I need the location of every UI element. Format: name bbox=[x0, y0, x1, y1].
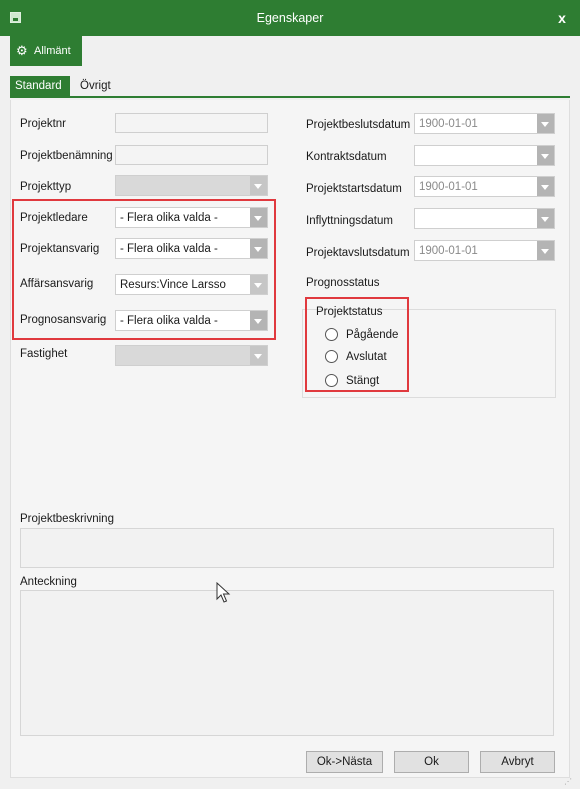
projektnr-input[interactable] bbox=[115, 113, 268, 133]
kontraktsdatum-label: Kontraktsdatum bbox=[306, 151, 387, 163]
projektbeslutsdatum-label: Projektbeslutsdatum bbox=[306, 119, 411, 131]
projektbeskrivning-textarea[interactable] bbox=[20, 528, 554, 568]
projektbenamning-label: Projektbenämning bbox=[20, 150, 113, 162]
chevron-down-icon bbox=[537, 209, 554, 228]
projektledare-select[interactable]: - Flera olika valda - bbox=[115, 207, 268, 228]
projektledare-label: Projektledare bbox=[20, 212, 88, 224]
chevron-down-icon bbox=[250, 275, 267, 294]
anteckning-textarea[interactable] bbox=[20, 590, 554, 736]
affarsansvarig-value: Resurs:Vince Larsso bbox=[120, 279, 226, 291]
projektstartsdatum-value: 1900-01-01 bbox=[419, 181, 478, 193]
chevron-down-icon bbox=[537, 177, 554, 196]
projektnr-label: Projektnr bbox=[20, 118, 67, 130]
projektbeskrivning-label: Projektbeskrivning bbox=[20, 513, 114, 525]
tab-allmant-label: Allmänt bbox=[34, 45, 71, 57]
prognosansvarig-value: - Flera olika valda - bbox=[120, 315, 218, 327]
projektstatus-label: Projektstatus bbox=[316, 306, 383, 318]
radio-stangt-label: Stängt bbox=[346, 375, 380, 387]
radio-pagaende[interactable] bbox=[325, 328, 338, 341]
projektavslutsdatum-label: Projektavslutsdatum bbox=[306, 247, 410, 259]
tab-allmant[interactable]: ⚙ Allmänt bbox=[10, 36, 82, 66]
radio-stangt[interactable] bbox=[325, 374, 338, 387]
fastighet-select[interactable] bbox=[115, 345, 268, 366]
projektansvarig-label: Projektansvarig bbox=[20, 243, 100, 255]
radio-pagaende-label: Pågående bbox=[346, 329, 399, 341]
cancel-button[interactable]: Avbryt bbox=[480, 751, 555, 773]
gear-icon: ⚙ bbox=[16, 43, 28, 58]
ok-next-button[interactable]: Ok->Nästa bbox=[306, 751, 383, 773]
chevron-down-icon bbox=[250, 311, 267, 330]
chevron-down-icon bbox=[537, 241, 554, 260]
chevron-down-icon bbox=[537, 146, 554, 165]
projektstartsdatum-label: Projektstartsdatum bbox=[306, 183, 402, 195]
projekttyp-select[interactable] bbox=[115, 175, 268, 196]
radio-avslutat[interactable] bbox=[325, 350, 338, 363]
projektavslutsdatum-value: 1900-01-01 bbox=[419, 245, 478, 257]
inflyttningsdatum-label: Inflyttningsdatum bbox=[306, 215, 393, 227]
radio-avslutat-label: Avslutat bbox=[346, 351, 387, 363]
projektansvarig-value: - Flera olika valda - bbox=[120, 243, 218, 255]
inflyttningsdatum-picker[interactable] bbox=[414, 208, 555, 229]
projektbenamning-input[interactable] bbox=[115, 145, 268, 165]
fastighet-label: Fastighet bbox=[20, 348, 68, 360]
chevron-down-icon bbox=[250, 176, 267, 195]
tab-ovrigt[interactable]: Övrigt bbox=[78, 76, 128, 98]
main-tab-strip bbox=[0, 36, 580, 66]
kontraktsdatum-picker[interactable] bbox=[414, 145, 555, 166]
projektledare-value: - Flera olika valda - bbox=[120, 212, 218, 224]
anteckning-label: Anteckning bbox=[20, 576, 77, 588]
affarsansvarig-select[interactable]: Resurs:Vince Larsso bbox=[115, 274, 268, 295]
tab-standard[interactable]: Standard bbox=[10, 76, 70, 98]
prognosansvarig-label: Prognosansvarig bbox=[20, 314, 107, 326]
projektbeslutsdatum-picker[interactable]: 1900-01-01 bbox=[414, 113, 555, 134]
projektansvarig-select[interactable]: - Flera olika valda - bbox=[115, 238, 268, 259]
projekttyp-label: Projekttyp bbox=[20, 181, 72, 193]
chevron-down-icon bbox=[250, 208, 267, 227]
projektstartsdatum-picker[interactable]: 1900-01-01 bbox=[414, 176, 555, 197]
resize-grip-icon[interactable]: ⋰ bbox=[564, 778, 574, 788]
mouse-cursor-icon bbox=[216, 582, 231, 603]
chevron-down-icon bbox=[537, 114, 554, 133]
affarsansvarig-label: Affärsansvarig bbox=[20, 278, 94, 290]
projektbeslutsdatum-value: 1900-01-01 bbox=[419, 118, 478, 130]
prognosstatus-label: Prognosstatus bbox=[306, 277, 380, 289]
chevron-down-icon bbox=[250, 239, 267, 258]
prognosansvarig-select[interactable]: - Flera olika valda - bbox=[115, 310, 268, 331]
window-title: Egenskaper bbox=[256, 11, 324, 25]
ok-button[interactable]: Ok bbox=[394, 751, 469, 773]
close-button[interactable]: x bbox=[552, 8, 572, 28]
projektavslutsdatum-picker[interactable]: 1900-01-01 bbox=[414, 240, 555, 261]
chevron-down-icon bbox=[250, 346, 267, 365]
